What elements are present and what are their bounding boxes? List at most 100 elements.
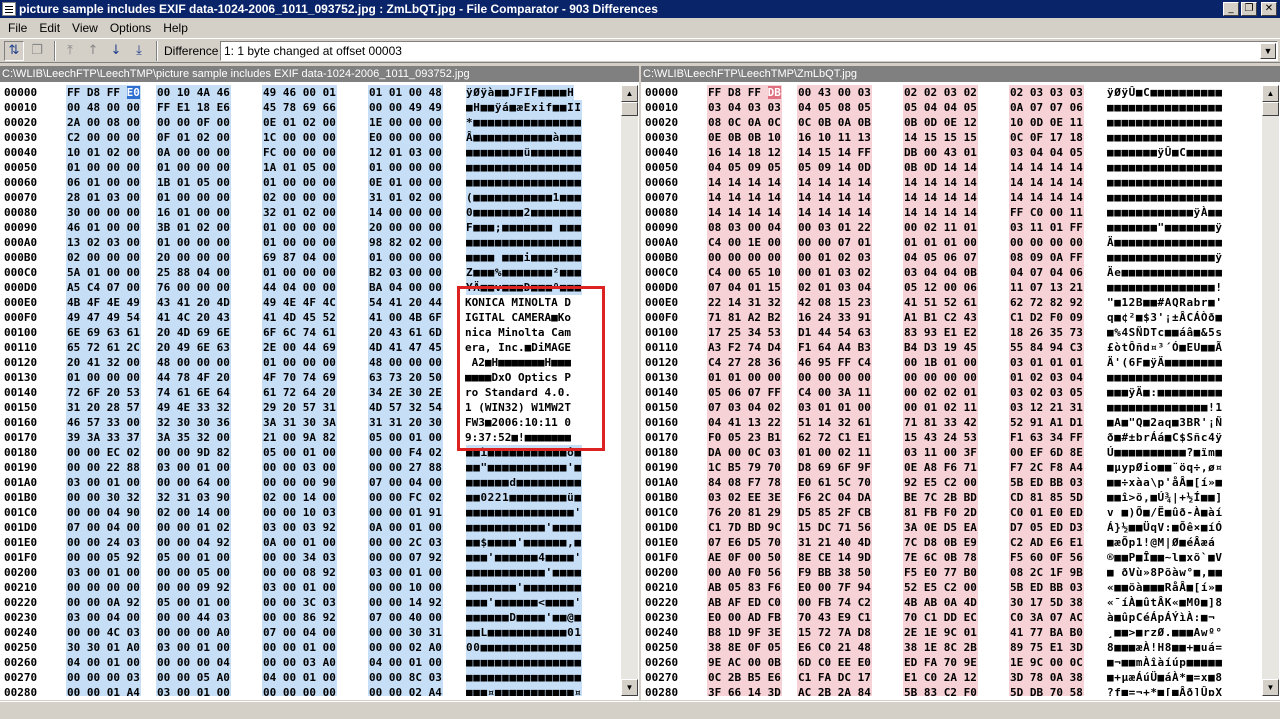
hex-group[interactable]: 1E 9C 00 0C [1009,655,1084,670]
hex-group[interactable]: 04 00 01 00 [368,655,443,670]
hex-group[interactable]: 00 00 49 49 [368,100,443,115]
hex-group[interactable]: 32 31 03 90 [156,490,231,505]
hex-group[interactable]: 00 00 30 31 [368,625,443,640]
hex-group[interactable]: AC 2B 2A 84 [797,685,872,696]
previous-difference-icon[interactable]: ↑ [83,41,103,61]
hex-row[interactable]: 00120 C4 27 28 36 46 95 FF C4 00 1B 01 00 03… [641,355,1262,370]
ascii-text[interactable]: (■■■■■■■■■■■1■■■ [466,190,582,205]
ascii-text[interactable]: ■■÷xàa\p'åÂ■[í»■ [1107,475,1223,490]
hex-group[interactable]: 41 4D 45 52 [262,310,337,325]
hex-group[interactable]: A3 F2 74 D4 [707,340,782,355]
hex-group[interactable]: 04 05 06 07 [903,250,978,265]
hex-group[interactable]: 00 FB 74 C2 [797,595,872,610]
hex-group[interactable]: 52 E5 C2 00 [903,580,978,595]
hex-group[interactable]: 01 01 00 00 [707,370,782,385]
hex-group[interactable]: 41 4C 20 43 [156,310,231,325]
hex-group[interactable]: 6D C0 EE E0 [797,655,872,670]
hex-row[interactable]: 001E0 00 00 24 03 00 00 04 92 0A 00 01 00 00… [0,535,621,550]
hex-group[interactable]: 00 EF 6D 8E [1009,445,1084,460]
hex-group[interactable]: 38 8E 0F 05 [707,640,782,655]
hex-group[interactable]: 30 17 5D 38 [1009,595,1084,610]
hex-row[interactable]: 00190 00 00 22 88 03 00 01 00 00 00 03 00 00… [0,460,621,475]
ascii-text[interactable]: ■■■■■■■■■■■■■■■! [1107,280,1223,295]
ascii-text[interactable]: Ä'(6F■ÿÄ■■■■■■■■ [1107,355,1223,370]
menu-help[interactable]: Help [157,21,194,35]
ascii-text[interactable]: 0■■■■■■■2■■■■■■■ [466,205,582,220]
hex-group[interactable]: 01 00 00 00 [156,190,231,205]
hex-group[interactable]: C0 3A 07 AC [1009,610,1084,625]
hex-group[interactable]: 0C 0B 0A 0B [797,115,872,130]
hex-group[interactable]: 0E 01 00 00 [368,175,443,190]
ascii-text[interactable]: ■■■■■■■"■■■■■■■ÿ [1107,220,1223,235]
hex-group[interactable]: 84 08 F7 78 [707,475,782,490]
hex-group[interactable]: 04 41 13 22 [707,415,782,430]
ascii-text[interactable]: Á}½■■ÜqV:■Õê×■íÓ [1107,520,1223,535]
hex-group[interactable]: 71 81 A2 B2 [707,310,782,325]
hex-group[interactable]: 05 12 00 06 [903,280,978,295]
hex-group[interactable]: 00 00 00 A0 [156,625,231,640]
hex-group[interactable]: 01 00 02 11 [797,445,872,460]
hex-group[interactable]: 08 09 0A FF [1009,250,1084,265]
hex-group[interactable]: 14 14 14 14 [1009,160,1084,175]
hex-row[interactable]: 000B0 00 00 00 00 00 01 02 03 04 05 06 07 08… [641,250,1262,265]
hex-group[interactable]: F1 64 A4 B3 [797,340,872,355]
hex-group[interactable]: 48 00 00 00 [156,355,231,370]
hex-row[interactable]: 00270 0C 2B B5 E6 C1 FA DC 17 E1 C0 2A 12 3D… [641,670,1262,685]
hex-group[interactable]: C4 00 65 10 [707,265,782,280]
minimize-button[interactable]: _ [1223,2,1239,16]
hex-group[interactable]: AE 0F 00 50 [707,550,782,565]
hex-group[interactable]: 48 00 00 00 [368,355,443,370]
hex-row[interactable]: 00210 AB 05 83 F6 E0 00 7F 94 52 E5 C2 00 5B… [641,580,1262,595]
hex-group[interactable]: 03 00 01 00 [368,565,443,580]
ascii-text[interactable]: F■■■;■■■■■■■ ■■■ [466,220,582,235]
hex-group[interactable]: 0B 0D 14 14 [903,160,978,175]
hex-group[interactable]: 02 00 14 00 [156,505,231,520]
hex-row[interactable]: 00030 C2 00 00 00 0F 01 02 00 1C 00 00 00 E0… [0,130,621,145]
hex-group[interactable]: 18 26 35 73 [1009,325,1084,340]
hex-row[interactable]: 00250 30 30 01 A0 03 00 01 00 00 00 01 00 00… [0,640,621,655]
hex-group[interactable]: 0E 0B 0B 10 [707,130,782,145]
ascii-text[interactable]: ■■■■■■■■■■■■■■■■ [1107,130,1223,145]
ascii-text[interactable]: ■■■■■■■'■■■■■■■■ [466,580,582,595]
hex-row[interactable]: 00190 1C B5 79 70 D8 69 6F 9F 0E A8 F6 71 F7… [641,460,1262,475]
hex-group[interactable]: 00 00 8C 03 [368,670,443,685]
maximize-button[interactable]: ❐ [1241,2,1257,16]
ascii-text[interactable]: ■■■'■■■■■■4■■■■' [466,550,582,565]
hex-group[interactable]: 20 43 61 6D [368,325,443,340]
difference-dropdown[interactable]: 1: 1 byte changed at offset 00003 ▼ [220,40,1278,61]
hex-group[interactable]: 89 75 E1 3D [1009,640,1084,655]
hex-group[interactable]: 30 30 01 A0 [66,640,141,655]
hex-group[interactable]: E0 00 AD FB [707,610,782,625]
ascii-text[interactable]: ■■■■■■D■■■■'■■@■ [466,610,582,625]
ascii-text[interactable]: ■■■■■■■■■■■■■■■■ [1107,175,1223,190]
hex-group[interactable]: 00 00 00 00 [797,370,872,385]
sync-scroll-icon[interactable]: ⇅ [4,40,24,61]
scroll-up-icon[interactable]: ▲ [1262,85,1279,102]
hex-group[interactable]: 32 30 30 36 [156,415,231,430]
hex-group[interactable]: 04 05 08 05 [797,100,872,115]
hex-group[interactable]: 01 00 00 00 [262,235,337,250]
hex-group[interactable]: 6F 6C 74 61 [262,325,337,340]
hex-row[interactable]: 000A0 C4 00 1E 00 00 00 07 01 01 01 01 00 00… [641,235,1262,250]
hex-row[interactable]: 001B0 03 02 EE 3E F6 2C 04 DA BE 7C 2B BD CD… [641,490,1262,505]
hex-group[interactable]: 06 01 00 00 [66,175,141,190]
hex-group[interactable]: F6 2C 04 DA [797,490,872,505]
hex-group[interactable]: BE 7C 2B BD [903,490,978,505]
ascii-text[interactable]: ¸■■>■rzØ.■■■Awº° [1107,625,1223,640]
ascii-text[interactable]: ■¬■■mÀîàíúp■■■■■ [1107,655,1223,670]
ascii-text[interactable]: v ■)Õ■/Ë■ûð-À■àí [1107,505,1223,520]
hex-group[interactable]: 0E 01 02 00 [262,115,337,130]
hex-group[interactable]: 41 77 BA B0 [1009,625,1084,640]
hex-row[interactable]: 000D0 07 04 01 15 02 01 03 04 05 12 00 06 11… [641,280,1262,295]
hex-group[interactable]: C2 00 00 00 [66,130,141,145]
ascii-text[interactable]: "■12B■■#AQRabr■' [1107,295,1223,310]
hex-group[interactable]: 00 00 08 92 [262,565,337,580]
hex-row[interactable]: 00020 2A 00 08 00 00 00 0F 00 0E 01 02 00 1E… [0,115,621,130]
hex-group[interactable]: 31 20 28 57 [66,400,141,415]
hex-row[interactable]: 00280 00 00 01 A4 03 00 01 00 00 00 00 00 00… [0,685,621,696]
hex-group[interactable]: 3B 01 02 00 [156,220,231,235]
hex-group[interactable]: 00 00 07 92 [368,550,443,565]
hex-row[interactable]: 00090 08 03 00 04 00 03 01 22 00 02 11 01 03… [641,220,1262,235]
hex-group[interactable]: 11 07 13 21 [1009,280,1084,295]
hex-row[interactable]: 00040 10 01 02 00 0A 00 00 00 FC 00 00 00 12… [0,145,621,160]
